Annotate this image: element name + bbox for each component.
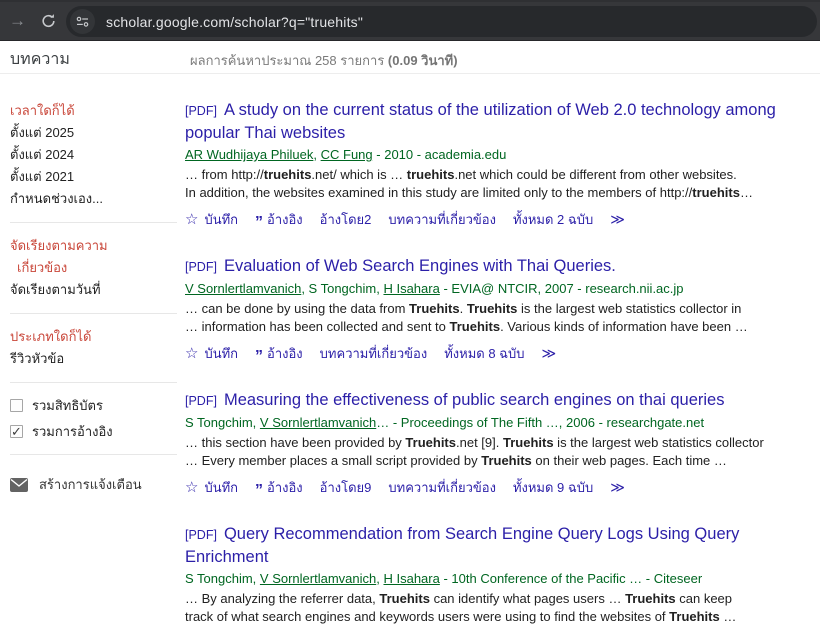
more-actions-icon[interactable]: ≫	[610, 211, 623, 228]
search-result: [PDF]A study on the current status of th…	[185, 99, 820, 230]
filter-since-2024[interactable]: ตั้งแต่ 2024	[10, 144, 185, 166]
result-authors[interactable]: AR Wudhijaya Philuek, CC Fung - 2010 - a…	[185, 146, 820, 164]
filter-custom-range[interactable]: กำหนดช่วงเอง...	[10, 188, 185, 210]
search-result: [PDF]Query Recommendation from Search En…	[185, 523, 820, 631]
site-info-icon[interactable]	[70, 9, 95, 34]
sidebar-divider	[10, 222, 177, 223]
results-time: (0.09 วินาที)	[388, 53, 458, 68]
quote-icon: ”	[255, 218, 262, 228]
all-versions-link[interactable]: ทั้งหมด 8 ฉบับ	[444, 343, 524, 364]
tab-articles[interactable]: บทความ	[10, 47, 70, 72]
result-actions: ☆บันทึก ”อ้างอิง อ้างโดย9 บทความที่เกี่ย…	[185, 477, 820, 498]
create-alert-label: สร้างการแจ้งเตือน	[39, 474, 142, 495]
result-authors[interactable]: S Tongchim, V Sornlertlamvanich, H Isaha…	[185, 570, 820, 588]
include-patents-label: รวมสิทธิบัตร	[32, 395, 103, 416]
results-stats: ผลการค้นหาประมาณ 258 รายการ (0.09 วินาที…	[190, 50, 458, 71]
quote-icon: ”	[255, 352, 262, 362]
sidebar-divider	[10, 313, 177, 314]
cited-by-link[interactable]: อ้างโดย9	[320, 477, 372, 498]
url-text[interactable]: scholar.google.com/scholar?q="truehits"	[106, 14, 363, 30]
filter-review-articles[interactable]: รีวิวหัวข้อ	[10, 348, 185, 370]
include-citations-option[interactable]: ✓ รวมการอ้างอิง	[10, 421, 185, 442]
cited-by-link[interactable]: อ้างโดย2	[320, 209, 372, 230]
pdf-tag: [PDF]	[185, 528, 217, 542]
all-versions-link[interactable]: ทั้งหมด 9 ฉบับ	[513, 477, 593, 498]
sort-by-date[interactable]: จัดเรียงตามวันที่	[10, 279, 185, 301]
save-button[interactable]: ☆บันทึก	[185, 477, 238, 498]
results-header-bar: บทความ ผลการค้นหาประมาณ 258 รายการ (0.09…	[0, 41, 820, 74]
result-actions: ☆บันทึก ”อ้างอิง อ้างโดย2 บทความที่เกี่ย…	[185, 209, 820, 230]
reload-icon[interactable]	[40, 13, 57, 30]
pdf-tag: [PDF]	[185, 394, 217, 408]
result-authors[interactable]: V Sornlertlamvanich, S Tongchim, H Isaha…	[185, 280, 820, 298]
star-icon: ☆	[185, 480, 198, 495]
pdf-tag: [PDF]	[185, 104, 217, 118]
result-title-link[interactable]: [PDF]Measuring the effectiveness of publ…	[185, 389, 820, 412]
all-versions-link[interactable]: ทั้งหมด 2 ฉบับ	[513, 209, 593, 230]
related-articles-link[interactable]: บทความที่เกี่ยวข้อง	[320, 343, 428, 364]
related-articles-link[interactable]: บทความที่เกี่ยวข้อง	[388, 209, 496, 230]
forward-icon[interactable]: →	[9, 11, 26, 31]
cite-button[interactable]: ”อ้างอิง	[255, 477, 303, 498]
filters-sidebar: เวลาใดก็ได้ ตั้งแต่ 2025 ตั้งแต่ 2024 ตั…	[0, 74, 185, 631]
result-snippet: … this section have been provided by Tru…	[185, 434, 820, 470]
create-alert-button[interactable]: สร้างการแจ้งเตือน	[10, 474, 185, 495]
envelope-icon	[10, 478, 28, 492]
more-actions-icon[interactable]: ≫	[610, 479, 623, 496]
filter-anytime[interactable]: เวลาใดก็ได้	[10, 100, 185, 122]
sort-by-relevance[interactable]: จัดเรียงตามความเกี่ยวข้อง	[10, 235, 185, 279]
citations-checkbox[interactable]: ✓	[10, 425, 23, 438]
save-button[interactable]: ☆บันทึก	[185, 343, 238, 364]
search-result: [PDF]Evaluation of Web Search Engines wi…	[185, 255, 820, 364]
more-actions-icon[interactable]: ≫	[542, 345, 555, 362]
star-icon: ☆	[185, 212, 198, 227]
include-citations-label: รวมการอ้างอิง	[32, 421, 113, 442]
filter-since-2021[interactable]: ตั้งแต่ 2021	[10, 166, 185, 188]
patents-checkbox[interactable]	[10, 399, 23, 412]
save-button[interactable]: ☆บันทึก	[185, 209, 238, 230]
star-icon: ☆	[185, 346, 198, 361]
filter-since-2025[interactable]: ตั้งแต่ 2025	[10, 122, 185, 144]
cite-button[interactable]: ”อ้างอิง	[255, 343, 303, 364]
result-snippet: … from http://truehits.net/ which is … t…	[185, 166, 820, 202]
include-patents-option[interactable]: รวมสิทธิบัตร	[10, 395, 185, 416]
related-articles-link[interactable]: บทความที่เกี่ยวข้อง	[388, 477, 496, 498]
result-snippet: … can be done by using the data from Tru…	[185, 300, 820, 336]
search-results: [PDF]A study on the current status of th…	[185, 74, 820, 631]
browser-toolbar: → scholar.google.com/scholar?q="truehits…	[0, 0, 820, 41]
result-snippet: … By analyzing the referrer data, Truehi…	[185, 590, 820, 626]
search-result: [PDF]Measuring the effectiveness of publ…	[185, 389, 820, 498]
filter-any-type[interactable]: ประเภทใดก็ได้	[10, 326, 185, 348]
result-title-link[interactable]: [PDF]Evaluation of Web Search Engines wi…	[185, 255, 820, 278]
result-title-link[interactable]: [PDF]Query Recommendation from Search En…	[185, 523, 820, 568]
pdf-tag: [PDF]	[185, 260, 217, 274]
sidebar-divider	[10, 382, 177, 383]
cite-button[interactable]: ”อ้างอิง	[255, 209, 303, 230]
quote-icon: ”	[255, 486, 262, 496]
result-authors[interactable]: S Tongchim, V Sornlertlamvanich… - Proce…	[185, 414, 820, 432]
result-actions: ☆บันทึก ”อ้างอิง บทความที่เกี่ยวข้อง ทั้…	[185, 343, 820, 364]
results-count: ผลการค้นหาประมาณ 258 รายการ	[190, 53, 388, 68]
result-title-link[interactable]: [PDF]A study on the current status of th…	[185, 99, 820, 144]
sidebar-divider	[10, 454, 177, 455]
address-bar[interactable]: scholar.google.com/scholar?q="truehits"	[66, 6, 817, 37]
